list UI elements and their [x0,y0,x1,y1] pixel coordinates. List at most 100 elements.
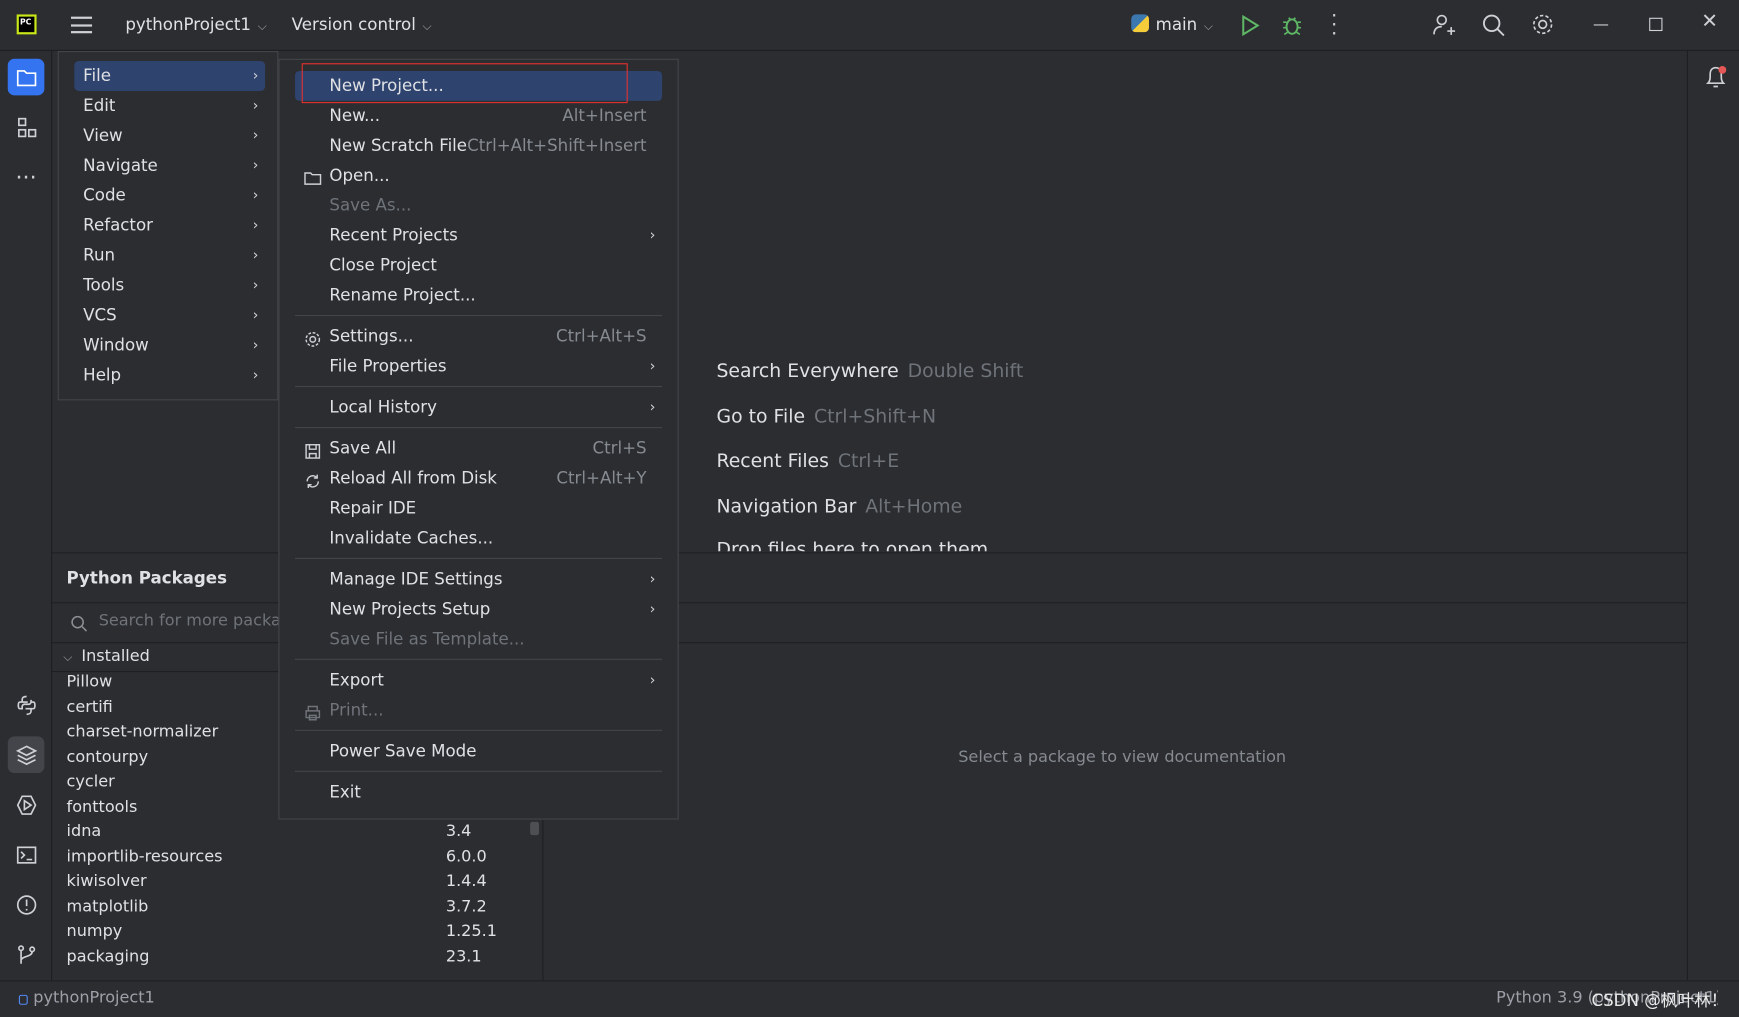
services-icon [16,794,36,815]
menu-item-close-project[interactable]: Close Project [295,251,662,281]
more-options-icon[interactable]: · · · [1326,6,1342,44]
project-tool-button[interactable] [7,58,45,96]
right-tool-strip [1686,51,1739,981]
list-scrollbar[interactable] [530,821,540,836]
chevron-right-icon: › [252,337,259,354]
menu-file[interactable]: File › [74,60,266,91]
chevron-down-icon: ⌵ [1203,18,1214,34]
chevron-down-icon: ⌵ [257,18,267,34]
terminal-tool-button[interactable] [8,836,45,873]
project-selector[interactable]: pythonProject1 ⌵ [125,14,267,34]
problems-tool-button[interactable] [8,886,45,923]
menu-item-reload-all-from-disk[interactable]: Reload All from Disk Ctrl+Alt+Y [295,464,662,494]
pycharm-logo[interactable]: PC [16,14,37,35]
reload-icon [304,470,322,488]
menu-item-label: New... [329,105,381,126]
maximize-button[interactable] [1649,17,1663,32]
menu-item-repair-ide[interactable]: Repair IDE [295,494,662,524]
menu-view[interactable]: View › [74,121,265,151]
printer-icon [304,702,322,721]
menu-tools[interactable]: Tools › [74,271,265,301]
structure-tool-button[interactable] [8,109,45,146]
debug-icon[interactable] [1281,13,1303,37]
menu-edit[interactable]: Edit › [74,91,265,121]
vcs-label: Version control [291,14,416,35]
package-name: matplotlib [66,897,149,916]
minimize-button[interactable] [1593,24,1609,26]
menu-item-label: Invalidate Caches... [329,527,494,548]
menu-navigate[interactable]: Navigate › [74,151,265,181]
run-config-selector[interactable]: main ⌵ [1131,14,1213,34]
menu-item-settings[interactable]: Settings... Ctrl+Alt+S [295,322,662,352]
chevron-right-icon: › [649,358,656,375]
menu-item-export[interactable]: Export › [295,665,662,695]
add-user-icon[interactable] [1431,12,1458,39]
chevron-right-icon: › [252,187,259,205]
menu-run[interactable]: Run › [74,241,265,271]
terminal-icon [16,845,36,864]
menu-item-manage-ide-settings[interactable]: Manage IDE Settings › [295,565,662,595]
menu-separator [279,725,677,736]
status-project[interactable]: pythonProject1 [33,989,155,1007]
shortcut: Ctrl+Alt+Y [556,468,647,488]
folder-icon [304,167,322,185]
menu-item-new-scratch-file[interactable]: New Scratch File Ctrl+Alt+Shift+Insert [295,131,662,161]
hint-navigation-bar[interactable]: Navigation Bar Alt+Home [716,496,962,518]
menu-refactor[interactable]: Refactor › [74,211,265,241]
run-icon[interactable] [1240,14,1260,37]
run-config-name: main [1155,14,1198,35]
menu-item-open[interactable]: Open... [295,161,662,191]
menu-item-invalidate-caches[interactable]: Invalidate Caches... [295,523,662,553]
menu-item-exit[interactable]: Exit [295,777,662,807]
git-tool-button[interactable] [8,936,45,973]
menu-vcs[interactable]: VCS › [74,301,265,331]
menu-label: Help [83,364,122,385]
menu-item-label: Exit [329,781,361,802]
hint-go-to-file[interactable]: Go to File Ctrl+Shift+N [716,406,936,428]
menu-item-recent-projects[interactable]: Recent Projects › [295,221,662,251]
vcs-selector[interactable]: Version control ⌵ [292,14,432,34]
hint-search-everywhere[interactable]: Search Everywhere Double Shift [716,360,1023,382]
python-console-icon [16,695,36,715]
csdn-watermark: CSDN @枫叶林！ [1591,990,1728,1011]
menu-item-local-history[interactable]: Local History › [295,393,662,423]
menu-item-label: Save All [329,438,397,459]
warning-circle-icon [16,894,36,915]
installed-group-toggle[interactable]: ⌵ Installed [63,648,150,666]
menu-item-save-all[interactable]: Save All Ctrl+S [295,434,662,464]
menu-item-rename-project[interactable]: Rename Project... [295,281,662,311]
python-packages-tool-button[interactable] [7,736,45,774]
services-tool-button[interactable] [8,786,45,823]
chevron-right-icon: › [649,672,656,689]
menu-item-new-projects-setup[interactable]: New Projects Setup › [295,594,662,624]
menu-label: Navigate [83,155,158,176]
package-name: certifi [66,698,113,716]
hint-recent-files[interactable]: Recent Files Ctrl+E [716,450,899,472]
hint-drop-files: Drop files here to open them [716,539,989,552]
more-tools-button[interactable]: ··· [8,159,45,196]
hamburger-menu-icon[interactable] [70,16,93,34]
menu-item-label: Export [329,669,384,690]
python-icon [1131,14,1149,33]
menu-label: VCS [83,304,117,325]
menu-item-file-properties[interactable]: File Properties › [295,352,662,382]
menu-separator [279,553,677,564]
main-menu: File › Edit › View › Navigate › Code › Refactor › Ru… [57,51,279,401]
close-button[interactable]: ✕ [1701,10,1718,33]
menu-help[interactable]: Help › [74,360,265,390]
menu-item-label: Print... [329,699,384,720]
search-icon[interactable] [1482,13,1506,37]
menu-item-new[interactable]: New... Alt+Insert [295,101,662,131]
package-name: charset-normalizer [66,723,219,741]
menu-code[interactable]: Code › [74,181,265,211]
menu-label: File [83,65,112,86]
python-console-tool-button[interactable] [8,687,45,724]
gear-icon[interactable] [1531,12,1555,36]
notifications-bell-icon[interactable] [1704,64,1728,91]
package-name: kiwisolver [66,872,147,891]
menu-separator [279,654,677,665]
menu-item-power-save-mode[interactable]: Power Save Mode [295,736,662,766]
package-name: contourpy [66,748,149,766]
menu-window[interactable]: Window › [74,330,265,360]
project-name: pythonProject1 [125,14,252,35]
